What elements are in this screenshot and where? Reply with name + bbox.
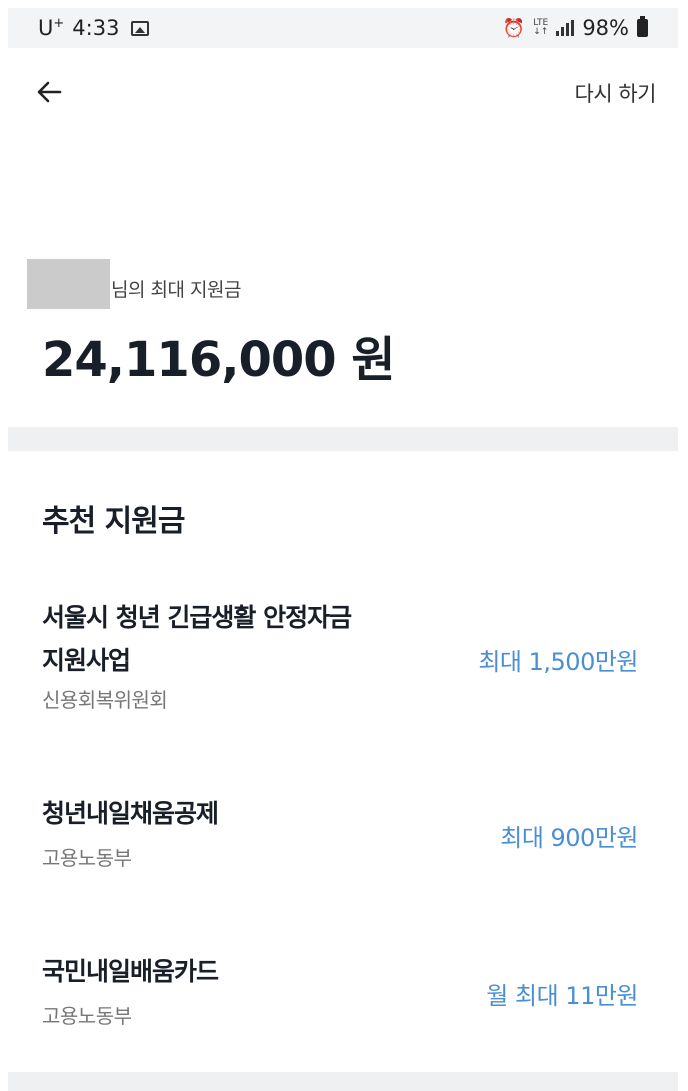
screen: U+ 4:33 ⏰ LTE ↓↑ 98% 다시 하기 님의 최대 지원금 24,1… — [0, 0, 688, 1091]
grant-item[interactable]: 청년내일채움공제 고용노동부 최대 900만원 — [0, 790, 688, 880]
bottom-divider — [8, 1072, 678, 1091]
grant-org: 고용노동부 — [42, 846, 132, 870]
grant-name: 청년내일채움공제 — [42, 799, 219, 828]
section-title: 추천 지원금 — [42, 504, 185, 539]
grant-amount: 월 최대 11만원 — [486, 982, 638, 1010]
grant-name: 서울시 청년 긴급생활 안정자금 지원사업 — [42, 596, 442, 682]
carrier-label: U+ — [38, 16, 65, 40]
status-bar-left: U+ 4:33 — [38, 16, 150, 40]
total-amount: 24,116,000 원 — [42, 332, 396, 388]
section-divider — [8, 427, 678, 451]
retry-button[interactable]: 다시 하기 — [575, 78, 657, 108]
battery-percent: 98% — [582, 16, 629, 40]
grant-org: 신용회복위원회 — [42, 688, 168, 712]
image-notification-icon — [131, 20, 150, 36]
redacted-user-name — [27, 259, 110, 309]
grant-org: 고용노동부 — [42, 1004, 132, 1028]
signal-icon — [556, 20, 575, 36]
grant-item[interactable]: 국민내일배움카드 고용노동부 월 최대 11만원 — [0, 948, 688, 1038]
grant-name-line: 서울시 청년 긴급생활 안정자금 — [42, 603, 352, 632]
alarm-icon: ⏰ — [502, 17, 526, 39]
lte-icon: LTE ↓↑ — [533, 18, 549, 37]
status-bar-right: ⏰ LTE ↓↑ 98% — [503, 16, 648, 40]
battery-icon — [637, 16, 648, 37]
arrow-left-icon — [37, 81, 62, 103]
grant-amount: 최대 1,500만원 — [478, 648, 638, 676]
grant-amount: 최대 900만원 — [500, 824, 638, 852]
grant-name-line: 지원사업 — [42, 646, 131, 675]
status-time: 4:33 — [72, 16, 120, 40]
status-bar: U+ 4:33 ⏰ LTE ↓↑ 98% — [8, 8, 678, 48]
grant-item[interactable]: 서울시 청년 긴급생활 안정자금 지원사업 신용회복위원회 최대 1,500만원 — [0, 590, 688, 720]
max-support-subtitle: 님의 최대 지원금 — [111, 279, 241, 301]
grant-name: 국민내일배움카드 — [42, 957, 219, 986]
back-button[interactable] — [30, 72, 70, 112]
top-nav: 다시 하기 — [0, 60, 688, 122]
